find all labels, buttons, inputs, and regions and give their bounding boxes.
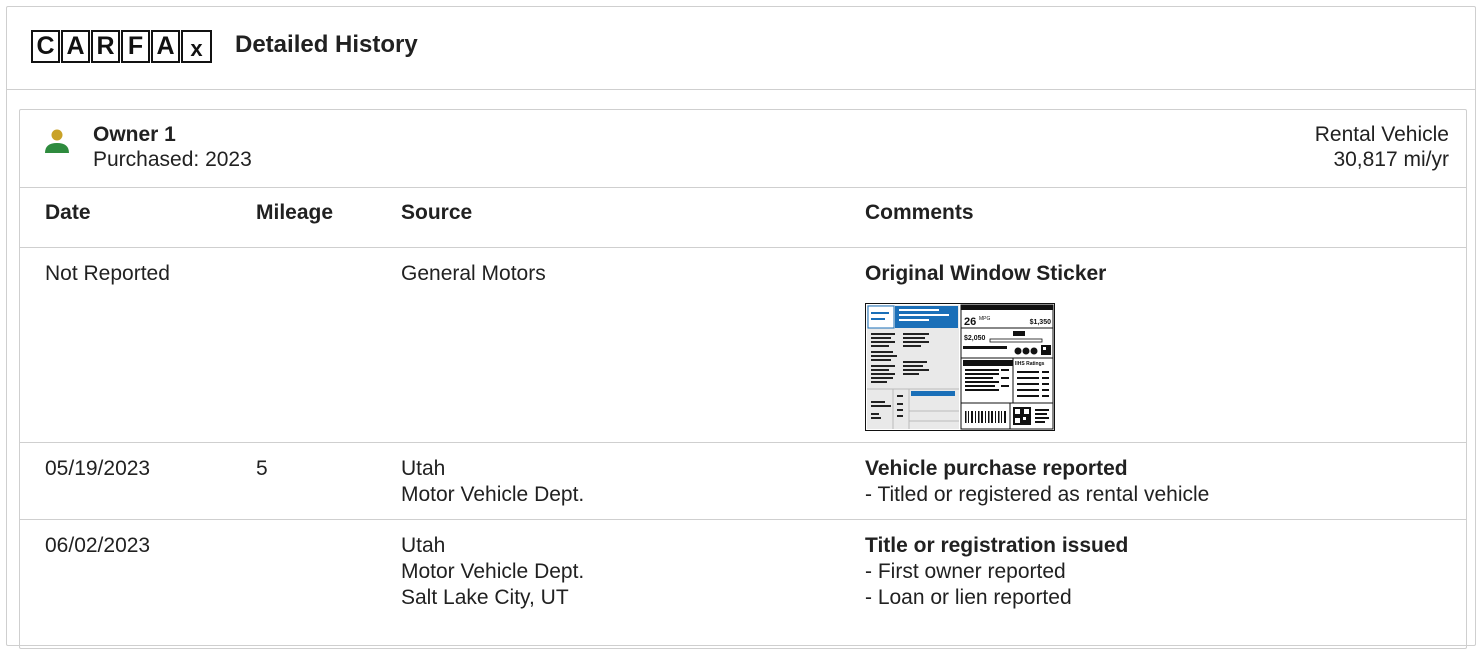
source-line: Utah [401,457,446,480]
carfax-logo: C A R F A x [31,30,213,63]
source-line: Motor Vehicle Dept. [401,560,585,583]
col-header-source: Source [401,201,473,224]
source-line: General Motors [401,262,546,285]
detailed-history-panel: C A R F A x Detailed History Owner 1 Pur… [6,6,1476,649]
row-source: Utah Motor Vehicle Dept. [401,456,584,508]
owner-type: Rental Vehicle [1314,123,1449,146]
svg-text:26: 26 [964,316,976,328]
col-header-comments: Comments [865,201,974,224]
owner-header: Owner 1 Purchased: 2023 Rental Vehicle 3… [20,110,1466,188]
row-comments: Original Window Sticker [865,261,1106,287]
table-row: 05/19/2023 5 Utah Motor Vehicle Dept. Ve… [20,443,1466,520]
comment-item: - Loan or lien reported [865,586,1072,609]
comment-title: Original Window Sticker [865,262,1107,285]
page-title: Detailed History [235,31,418,58]
source-line: Motor Vehicle Dept. [401,483,585,506]
logo-letter: A [151,30,180,63]
window-sticker-thumbnail[interactable]: 26 MPG $1,350 $2,050 IIHS Ratings [865,303,1055,431]
table-row: Not Reported General Motors Original Win… [20,248,1466,443]
comment-item: - Titled or registered as rental vehicle [865,483,1210,506]
comment-title: Vehicle purchase reported [865,457,1128,480]
source-line: Salt Lake City, UT [401,586,569,609]
comment-item: - First owner reported [865,560,1066,583]
svg-text:MPG: MPG [979,316,991,322]
row-date: 05/19/2023 [45,457,151,480]
source-line: Utah [401,534,446,557]
row-mileage: 5 [256,457,268,480]
owner-purchased: Purchased: 2023 [93,148,252,171]
row-source: General Motors [401,261,546,287]
owner-person-icon [45,129,69,153]
table-row: 06/02/2023 Utah Motor Vehicle Dept. Salt… [20,520,1466,650]
owner-name: Owner 1 [93,123,176,146]
row-source: Utah Motor Vehicle Dept. Salt Lake City,… [401,533,584,611]
comment-title: Title or registration issued [865,534,1129,557]
panel-header: C A R F A x Detailed History [7,7,1475,90]
svg-text:IIHS Ratings: IIHS Ratings [1015,361,1045,367]
row-comments: Title or registration issued - First own… [865,533,1128,611]
logo-letter: x [181,30,212,63]
logo-letter: F [121,30,150,63]
table-header: Date Mileage Source Comments [20,187,1466,248]
svg-text:$1,350: $1,350 [1030,319,1052,326]
owner-card: Owner 1 Purchased: 2023 Rental Vehicle 3… [19,109,1467,649]
row-date: Not Reported [45,262,170,285]
logo-letter: R [91,30,120,63]
row-date: 06/02/2023 [45,534,151,557]
row-comments: Vehicle purchase reported - Titled or re… [865,456,1209,508]
svg-text:$2,050: $2,050 [964,335,986,342]
owner-miles-per-year: 30,817 mi/yr [1333,148,1449,171]
logo-letter: C [31,30,60,63]
col-header-date: Date [45,201,91,224]
logo-letter: A [61,30,90,63]
col-header-mileage: Mileage [256,201,334,224]
